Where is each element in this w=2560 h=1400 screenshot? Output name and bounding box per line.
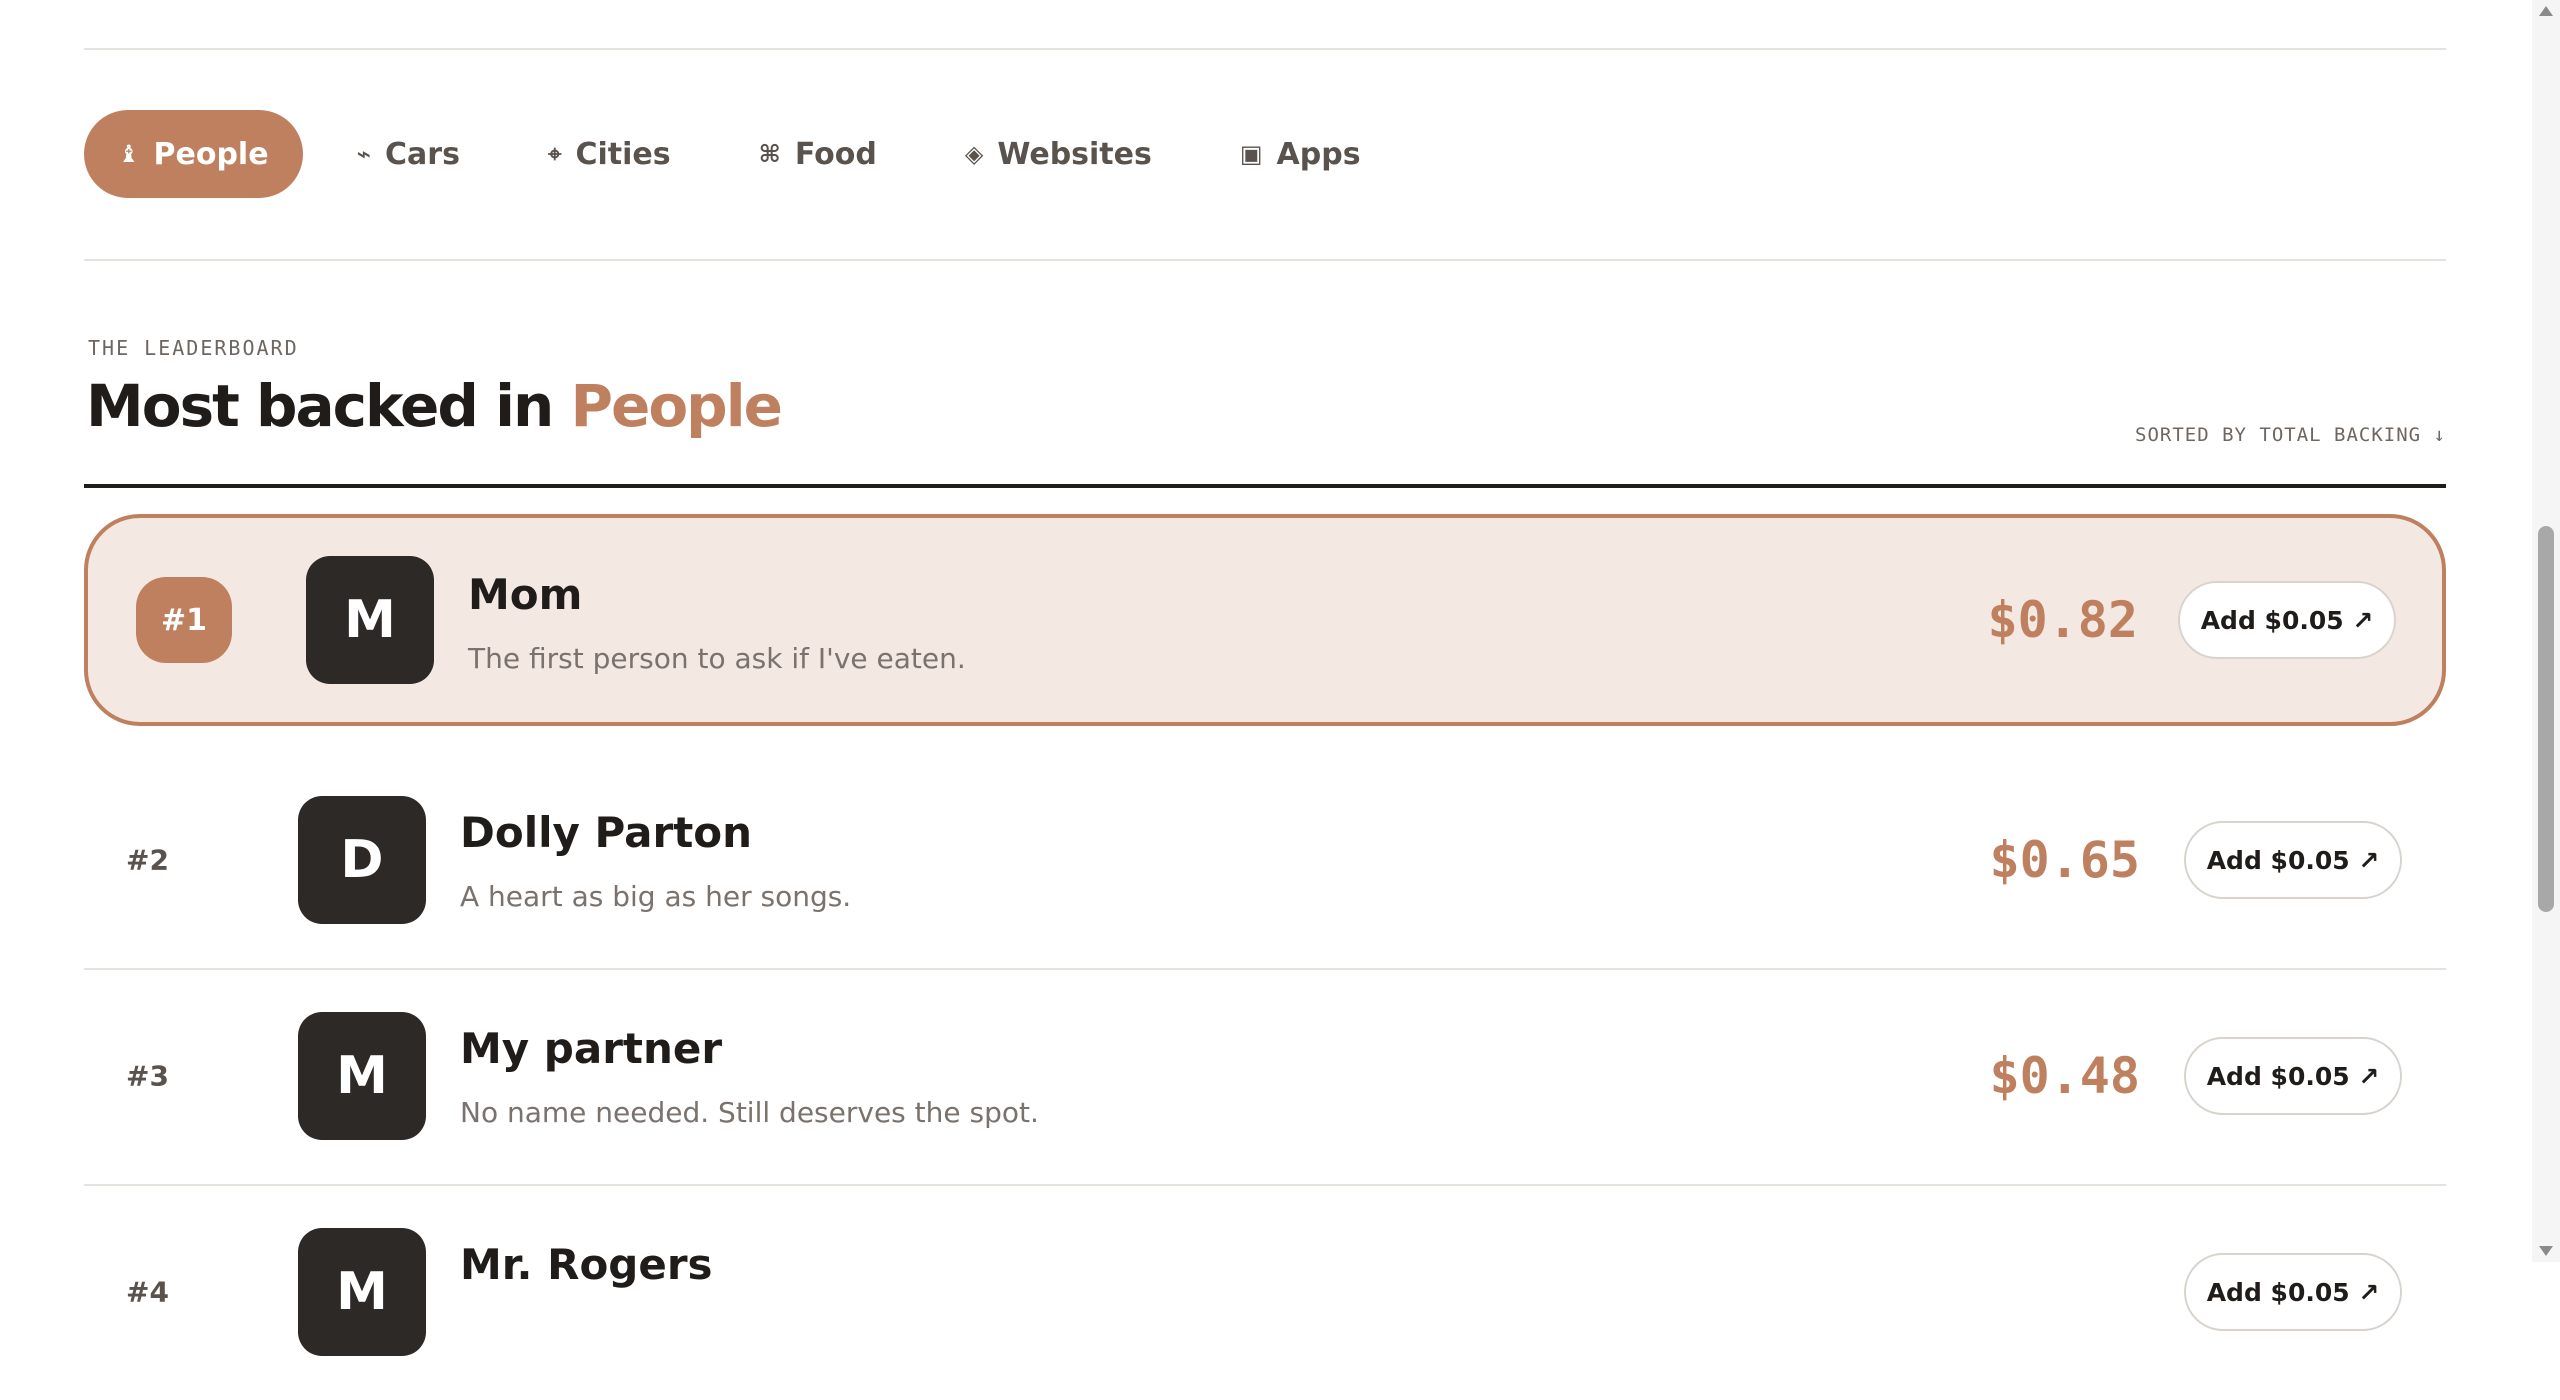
- scroll-up-icon[interactable]: [2539, 6, 2553, 16]
- entry-description: No name needed. Still deserves the spot.: [460, 1096, 1039, 1129]
- tab-people[interactable]: ♝ People: [84, 110, 303, 198]
- car-icon: ⌁: [356, 140, 372, 168]
- tab-label: Food: [794, 136, 877, 172]
- entry-name[interactable]: Dolly Parton: [460, 808, 752, 857]
- tab-websites[interactable]: ◈ Websites: [931, 110, 1186, 198]
- tab-label: People: [153, 136, 269, 172]
- leaderboard-row: #3 M My partner No name needed. Still de…: [84, 968, 2446, 1186]
- rank-badge: #1: [136, 577, 232, 663]
- leaderboard-row-top: #1 M Mom The first person to ask if I've…: [84, 514, 2446, 726]
- person-icon: ♝: [118, 140, 140, 168]
- command-icon: ⌘: [758, 140, 781, 168]
- scroll-down-icon[interactable]: [2539, 1246, 2553, 1256]
- tab-cities[interactable]: ⌖ Cities: [514, 110, 705, 198]
- section-eyebrow: THE LEADERBOARD: [88, 336, 299, 360]
- add-backing-button[interactable]: Add $0.05 ↗: [2178, 581, 2396, 659]
- entry-description: A heart as big as her songs.: [460, 880, 852, 913]
- add-backing-button[interactable]: Add $0.05 ↗: [2184, 1253, 2402, 1331]
- add-backing-button[interactable]: Add $0.05 ↗: [2184, 1037, 2402, 1115]
- diamond-icon: ◈: [964, 140, 984, 168]
- tab-label: Websites: [997, 136, 1152, 172]
- tab-label: Cities: [575, 136, 671, 172]
- rank-label: #2: [126, 843, 169, 877]
- app-square-icon: ▣: [1239, 140, 1263, 168]
- leaderboard-divider: [84, 484, 2446, 488]
- backing-amount: $0.65: [1989, 831, 2140, 889]
- leaderboard-row: #2 D Dolly Parton A heart as big as her …: [84, 752, 2446, 970]
- vertical-scrollbar[interactable]: [2532, 0, 2560, 1262]
- title-prefix: Most backed in: [86, 372, 554, 440]
- rank-label: #4: [126, 1275, 169, 1309]
- avatar: M: [298, 1228, 426, 1356]
- entry-name[interactable]: My partner: [460, 1024, 722, 1073]
- backing-amount: $0.48: [1989, 1047, 2140, 1105]
- location-icon: ⌖: [547, 140, 562, 168]
- backing-amount: $0.82: [1987, 591, 2138, 649]
- tabs-divider: [84, 259, 2446, 261]
- add-backing-button[interactable]: Add $0.05 ↗: [2184, 821, 2402, 899]
- tab-label: Cars: [385, 136, 460, 172]
- category-tabs: ♝ People ⌁ Cars ⌖ Cities ⌘ Food ◈ Websit…: [84, 110, 1395, 198]
- entry-name[interactable]: Mom: [468, 570, 582, 619]
- page: ♝ People ⌁ Cars ⌖ Cities ⌘ Food ◈ Websit…: [84, 0, 2446, 1356]
- tab-food[interactable]: ⌘ Food: [725, 110, 911, 198]
- tab-cars[interactable]: ⌁ Cars: [323, 110, 494, 198]
- scrollbar-thumb[interactable]: [2538, 526, 2554, 912]
- tab-label: Apps: [1276, 136, 1361, 172]
- title-category: People: [570, 372, 782, 440]
- leaderboard-row: #4 M Mr. Rogers Add $0.05 ↗: [84, 1184, 2446, 1400]
- sort-label[interactable]: SORTED BY TOTAL BACKING ↓: [2135, 424, 2446, 446]
- tab-apps[interactable]: ▣ Apps: [1206, 110, 1395, 198]
- top-divider: [84, 48, 2446, 50]
- avatar: M: [306, 556, 434, 684]
- avatar: M: [298, 1012, 426, 1140]
- avatar: D: [298, 796, 426, 924]
- entry-name[interactable]: Mr. Rogers: [460, 1240, 713, 1289]
- entry-description: The first person to ask if I've eaten.: [468, 642, 966, 675]
- page-title: Most backed in People: [86, 372, 783, 440]
- rank-label: #3: [126, 1059, 169, 1093]
